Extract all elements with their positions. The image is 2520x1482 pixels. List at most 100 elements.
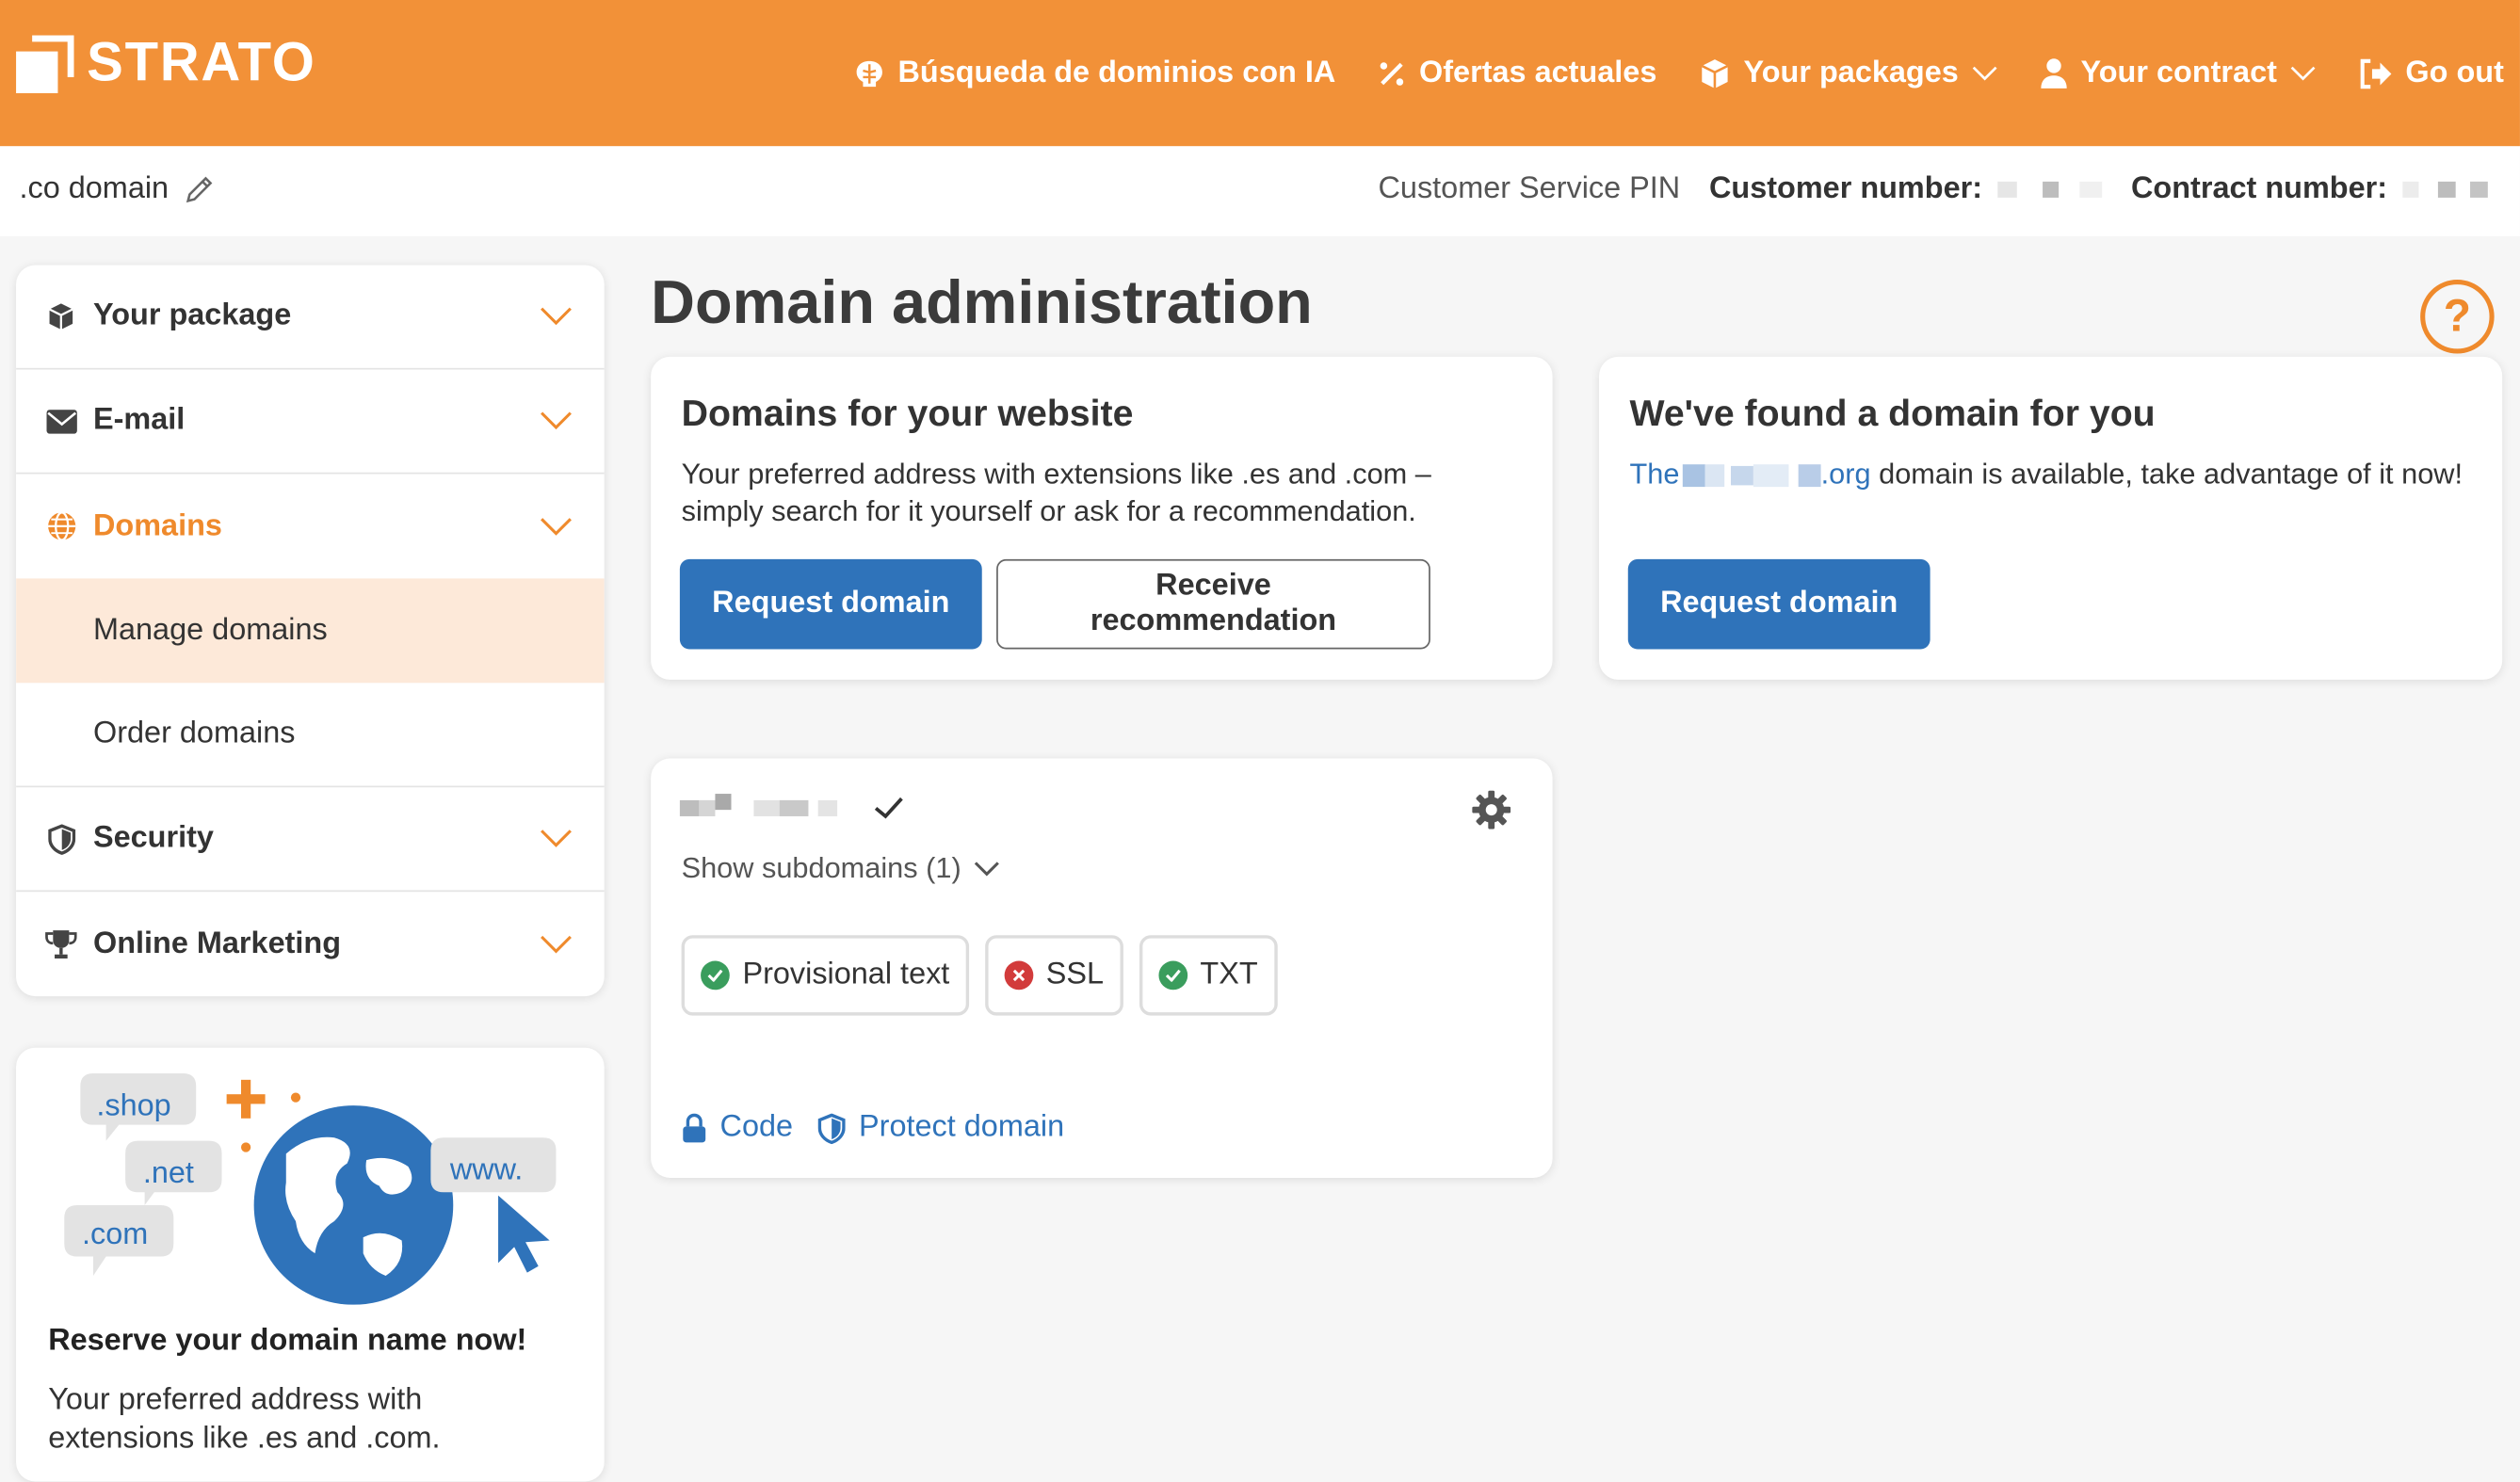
nav-label: Your packages [1743,55,1959,89]
chip-label: SSL [1045,958,1105,991]
status-chip-txt[interactable]: TXT [1139,935,1278,1016]
tag-com: .com [82,1216,148,1250]
show-subdomains-label: Show subdomains (1) [681,851,961,884]
chevron-down-icon [1972,65,1997,80]
globe-icon [47,511,75,541]
strato-logo-mark [16,34,74,93]
chevron-down-icon [541,517,572,535]
sidebar-subitem-label: Manage domains [92,613,328,647]
pencil-icon[interactable] [185,175,214,204]
chevron-down-icon [2290,65,2316,80]
user-icon [2040,57,2067,89]
sidebar-item-label: Your package [92,298,292,333]
sidebar-item-online-marketing[interactable]: Online Marketing [16,892,605,996]
help-icon[interactable]: ? [2420,279,2495,354]
gear-icon[interactable] [1472,790,1511,830]
card-text: Your preferred address with extensions l… [681,458,1431,527]
domains-for-website-card: Domains for your website Your preferred … [651,356,1553,680]
suggested-domain-link[interactable]: The .org [1629,458,1870,490]
nav-ai-domain-search[interactable]: Búsqueda de dominios con IA [853,55,1336,91]
customer-service-pin[interactable]: Customer Service PIN [1378,172,1680,208]
sidebar-menu: Your package E-mail Domains Manage domai… [16,265,605,997]
strato-logo[interactable]: STRATO [16,32,316,95]
envelope-icon [45,409,77,433]
top-navigation-bar: STRATO Búsqueda de dominios con IA Ofert… [0,0,2520,147]
contract-number-value [2403,172,2488,208]
status-chip-ssl[interactable]: SSL [984,935,1123,1016]
checkmark-icon [875,797,904,819]
nav-your-contract[interactable]: Your contract [2039,56,2316,91]
chevron-down-icon [541,935,572,953]
domain-name[interactable] [679,794,838,823]
card-text: The .org domain is available, take advant… [1629,458,2463,491]
contract-number: Contract number: [2131,172,2488,208]
account-numbers: Customer Service PIN Customer number: Co… [1378,171,2488,208]
customer-number-value [1998,172,2103,208]
nav-your-packages[interactable]: Your packages [1699,56,1997,91]
customer-number-label: Customer number: [1708,171,1983,206]
sidebar-item-domains[interactable]: Domains [16,474,605,578]
sidebar-subitem-order-domains[interactable]: Order domains [16,683,605,788]
logout-icon [2360,57,2392,89]
tag-net: .net [143,1155,194,1189]
customer-number: Customer number: [1708,171,2103,208]
found-domain-card: We've found a domain for you The .org dom… [1599,356,2503,680]
promo-text: Your preferred address with extensions l… [48,1383,441,1457]
package-icon [1701,58,1729,89]
nav-label: Go out [2405,55,2504,89]
sidebar-subitem-label: Order domains [92,717,296,750]
nav-label: Búsqueda de dominios con IA [897,55,1336,89]
link-label: Protect domain [859,1110,1065,1145]
contract-number-label: Contract number: [2131,171,2388,206]
account-info-bar: .co domain Customer Service PIN Customer… [0,146,2520,236]
package-name-area: .co domain [19,172,213,208]
chevron-down-icon [541,411,572,430]
sidebar-item-security[interactable]: Security [16,787,605,893]
error-circle-icon [1004,960,1034,991]
lock-icon [683,1112,706,1142]
percent-icon [1380,61,1404,85]
package-name: .co domain [19,171,170,206]
sidebar-item-email[interactable]: E-mail [16,370,605,475]
domain-name-row [679,794,906,823]
page-title: Domain administration [651,269,1313,338]
sidebar-subitem-manage-domains[interactable]: Manage domains [16,578,605,684]
logo-text: STRATO [87,32,316,93]
chevron-down-icon [541,830,572,847]
shield-icon [818,1112,847,1144]
promo-title: Reserve your domain name now! [48,1324,527,1359]
chevron-down-icon [541,307,572,326]
protect-domain-link[interactable]: Protect domain [818,1110,1064,1146]
sidebar-item-label: Security [92,821,214,855]
card-title: Domains for your website [681,392,1134,434]
check-circle-icon [701,960,730,991]
chip-label: TXT [1200,958,1258,991]
code-link[interactable]: Code [682,1110,793,1146]
status-chip-provisional-text[interactable]: Provisional text [681,935,969,1016]
nav-current-offers[interactable]: Ofertas actuales [1378,55,1657,91]
link-label: Code [719,1110,794,1145]
nav-label: Ofertas actuales [1419,55,1657,89]
domain-card-links: Code Protect domain [682,1110,1064,1146]
chip-label: Provisional text [742,958,950,991]
domain-card: Show subdomains (1) Provisional text SSL… [651,758,1553,1178]
sidebar-item-label: Online Marketing [92,926,342,960]
request-domain-button[interactable]: Request domain [1627,558,1930,650]
nav-go-out[interactable]: Go out [2357,56,2504,91]
chevron-down-icon [974,861,1000,876]
domain-illustration: .shop .net .com www. [64,1073,557,1305]
tag-shop: .shop [96,1087,170,1121]
request-domain-button[interactable]: Request domain [679,558,982,650]
tag-www: www. [449,1152,523,1186]
nav-label: Your contract [2080,55,2277,89]
shield-icon [47,823,75,855]
sidebar-item-your-package[interactable]: Your package [16,266,605,370]
receive-recommendation-button[interactable]: Receive recommendation [996,558,1430,650]
sidebar-item-label: Domains [92,508,222,542]
card-title: We've found a domain for you [1629,392,2156,434]
check-circle-icon [1158,960,1187,991]
package-icon [49,303,73,330]
show-subdomains-toggle[interactable]: Show subdomains (1) [682,851,1000,885]
promo-card[interactable]: .shop .net .com www. Reserve your domain… [16,1047,605,1482]
status-chips: Provisional text SSL TXT [681,935,1278,1016]
